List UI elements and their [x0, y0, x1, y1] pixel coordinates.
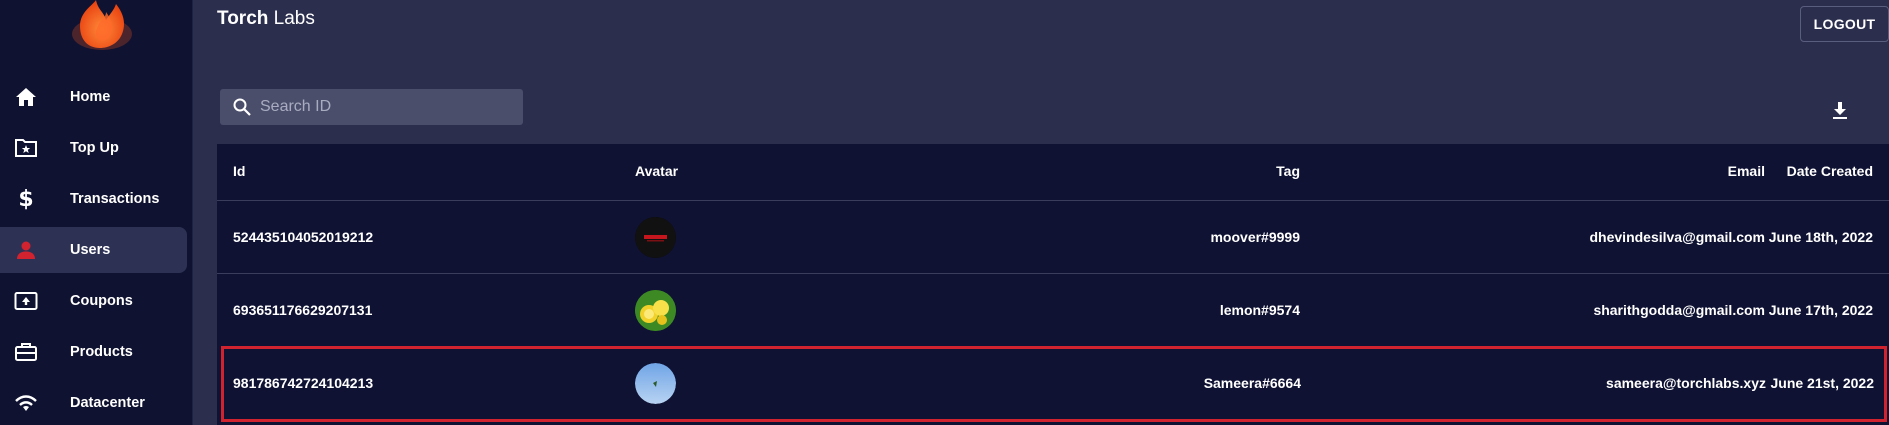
download-icon[interactable] [1828, 99, 1852, 123]
cell-tag: moover#9999 [1210, 229, 1300, 245]
home-icon [14, 86, 38, 108]
sidebar: Home Top Up $ Transactions Users Coupons… [0, 0, 193, 425]
avatar [635, 363, 676, 404]
search-icon [233, 98, 251, 116]
cell-id: 981786742724104213 [233, 375, 374, 391]
sidebar-item-label: Products [70, 344, 133, 360]
logout-button[interactable]: LOGOUT [1800, 6, 1889, 42]
brand-rest: Labs [268, 8, 315, 29]
sidebar-item-datacenter[interactable]: Datacenter [0, 380, 187, 425]
sidebar-item-label: Top Up [70, 140, 119, 156]
sidebar-item-products[interactable]: Products [0, 329, 187, 375]
cell-tag: lemon#9574 [1219, 302, 1300, 318]
upload-box-icon [14, 290, 38, 312]
sidebar-item-coupons[interactable]: Coupons [0, 278, 187, 324]
table-row[interactable]: 524435104052019212 moover#9999 dhevindes… [217, 200, 1889, 273]
column-header-email[interactable]: Email [1728, 163, 1765, 179]
sidebar-item-top-up[interactable]: Top Up [0, 125, 187, 171]
column-header-date-created[interactable]: Date Created [1787, 163, 1873, 179]
briefcase-icon [14, 341, 38, 363]
search-box [220, 89, 523, 125]
app-brand: Torch Labs [217, 8, 315, 30]
column-header-tag[interactable]: Tag [1276, 163, 1300, 179]
sidebar-item-users[interactable]: Users [0, 227, 187, 273]
sidebar-item-label: Users [70, 242, 111, 258]
table-row[interactable]: 693651176629207131 lemon#9574 sharithgod… [217, 273, 1889, 346]
sidebar-item-home[interactable]: Home [0, 74, 187, 120]
wifi-icon [14, 392, 38, 414]
cell-date: June 21st, 2022 [1770, 375, 1874, 391]
person-icon [14, 239, 38, 261]
cell-date: June 18th, 2022 [1768, 229, 1873, 245]
torch-flame-logo [72, 0, 132, 50]
sidebar-item-transactions[interactable]: $ Transactions [0, 176, 187, 222]
folder-star-icon [14, 137, 38, 159]
sidebar-item-label: Datacenter [70, 395, 145, 411]
sidebar-item-label: Coupons [70, 293, 133, 309]
search-input[interactable] [260, 89, 515, 125]
cell-email: dhevindesilva@gmail.com [1589, 229, 1766, 245]
avatar [635, 290, 676, 331]
dollar-icon: $ [18, 186, 34, 212]
brand-bold: Torch [217, 8, 269, 29]
cell-tag: Sameera#6664 [1203, 375, 1301, 391]
table-row-highlighted[interactable]: 981786742724104213 Sameera#6664 sameera@… [221, 346, 1887, 422]
users-table: Id Avatar Tag Email Date Created 5244351… [217, 144, 1889, 425]
sidebar-item-label: Transactions [70, 191, 160, 207]
cell-email: sameera@torchlabs.xyz [1606, 375, 1766, 391]
column-header-id[interactable]: Id [233, 163, 245, 179]
cell-email: sharithgodda@gmail.com [1593, 302, 1765, 318]
cell-id: 524435104052019212 [233, 229, 374, 245]
column-header-avatar[interactable]: Avatar [635, 163, 678, 179]
cell-id: 693651176629207131 [233, 302, 373, 318]
avatar [635, 217, 676, 258]
sidebar-item-label: Home [70, 89, 111, 105]
cell-date: June 17th, 2022 [1768, 302, 1873, 318]
